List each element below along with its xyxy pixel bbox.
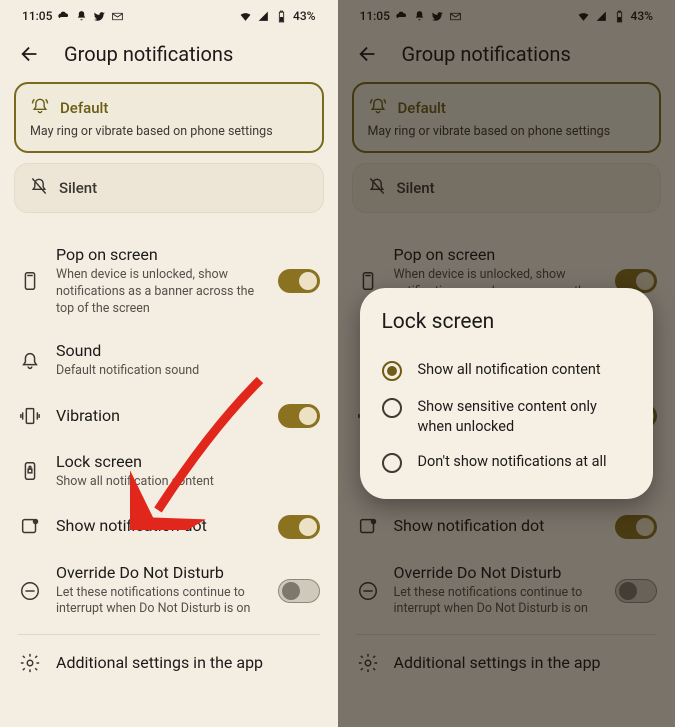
battery-icon (275, 10, 288, 23)
divider (18, 634, 320, 635)
card-silent-title: Silent (59, 179, 97, 197)
toggle-vibration[interactable] (278, 404, 320, 428)
statusbar: 11:05 43% (0, 0, 338, 30)
row-lock-sub: Show all notification content (56, 474, 320, 491)
signal-icon (257, 10, 270, 23)
gear-icon (18, 651, 42, 675)
row-override-title: Override Do Not Disturb (56, 563, 264, 584)
row-sound[interactable]: Sound Default notification sound (0, 329, 338, 392)
option-label: Show sensitive content only when unlocke… (418, 397, 632, 436)
option-label: Show all notification content (418, 360, 601, 380)
status-battery-pct: 43% (293, 9, 315, 23)
radio-unselected-icon (382, 453, 402, 473)
twitter-icon (93, 10, 106, 23)
option-label: Don't show notifications at all (418, 452, 607, 472)
header: Group notifications (0, 30, 338, 82)
toggle-pop[interactable] (278, 269, 320, 293)
row-sound-title: Sound (56, 341, 320, 362)
row-lock-title: Lock screen (56, 452, 320, 473)
row-dot-title: Show notification dot (56, 516, 264, 537)
row-sound-sub: Default notification sound (56, 363, 320, 380)
radio-selected-icon (382, 361, 402, 381)
dnd-icon (18, 579, 42, 603)
row-pop-sub: When device is unlocked, show notificati… (56, 267, 264, 318)
option-show-all[interactable]: Show all notification content (382, 352, 632, 389)
option-sensitive-only[interactable]: Show sensitive content only when unlocke… (382, 389, 632, 444)
toggle-override[interactable] (278, 579, 320, 603)
card-default-title: Default (60, 99, 108, 117)
bell-outline-icon (18, 349, 42, 373)
status-time: 11:05 (22, 9, 52, 23)
mail-icon (111, 10, 124, 23)
back-button[interactable] (18, 42, 42, 66)
cloud-icon (57, 10, 70, 23)
option-dont-show[interactable]: Don't show notifications at all (382, 444, 632, 481)
row-override-dnd[interactable]: Override Do Not Disturb Let these notifi… (0, 551, 338, 631)
phone-icon (18, 269, 42, 293)
row-pop-title: Pop on screen (56, 245, 264, 266)
card-default-sub: May ring or vibrate based on phone setti… (30, 124, 308, 139)
lock-screen-dialog: Lock screen Show all notification conten… (360, 288, 654, 499)
row-vibration[interactable]: Vibration (0, 392, 338, 440)
screen-left: 11:05 43% Group notifications Default Ma… (0, 0, 338, 727)
bell-ring-icon (30, 96, 50, 120)
lock-phone-icon (18, 459, 42, 483)
card-default[interactable]: Default May ring or vibrate based on pho… (14, 82, 324, 153)
card-silent[interactable]: Silent (14, 163, 324, 213)
toggle-dot[interactable] (278, 515, 320, 539)
vibration-icon (18, 404, 42, 428)
row-override-sub: Let these notifications continue to inte… (56, 585, 264, 619)
page-title: Group notifications (64, 42, 233, 66)
bell-icon (75, 10, 88, 23)
dialog-title: Lock screen (382, 310, 632, 334)
screen-right: 11:05 43% Group notifications Default Ma… (338, 0, 675, 727)
row-lock-screen[interactable]: Lock screen Show all notification conten… (0, 440, 338, 503)
row-pop-on-screen[interactable]: Pop on screen When device is unlocked, s… (0, 233, 338, 329)
wifi-icon (239, 10, 252, 23)
radio-unselected-icon (382, 398, 402, 418)
row-additional-settings[interactable]: Additional settings in the app (0, 639, 338, 687)
row-additional-title: Additional settings in the app (56, 653, 320, 674)
row-vibration-title: Vibration (56, 406, 264, 427)
dot-badge-icon (18, 515, 42, 539)
bell-off-icon (29, 176, 49, 200)
row-notification-dot[interactable]: Show notification dot (0, 503, 338, 551)
